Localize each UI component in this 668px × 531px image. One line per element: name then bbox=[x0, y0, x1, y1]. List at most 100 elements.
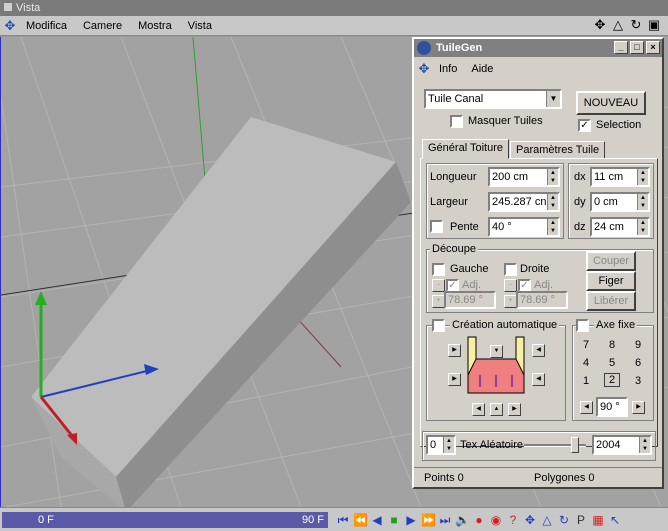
axe-cell-2[interactable]: 2 bbox=[604, 373, 620, 387]
spin-arrows-icon[interactable]: ▲ ▼ bbox=[637, 194, 648, 210]
liberer-button[interactable]: Libérer bbox=[586, 291, 636, 311]
dz-input[interactable]: 24 cm ▲ ▼ bbox=[590, 217, 650, 237]
gauche-angle-input[interactable]: 78.69 ° bbox=[444, 291, 496, 309]
axe-cell-5[interactable]: 5 bbox=[604, 357, 620, 369]
minimize-icon[interactable]: _ bbox=[614, 41, 628, 54]
tab-parametres-tuile[interactable]: Paramètres Tuile bbox=[510, 141, 606, 159]
largeur-input[interactable]: 245.287 cn ▲ ▼ bbox=[488, 192, 560, 212]
next-key-icon[interactable]: ⏩ bbox=[421, 512, 436, 528]
menu-modifica[interactable]: Modifica bbox=[18, 16, 75, 36]
menu-camere[interactable]: Camere bbox=[75, 16, 130, 36]
menu-mostra[interactable]: Mostra bbox=[130, 16, 180, 36]
largeur-value: 245.287 cn bbox=[492, 196, 547, 208]
auto-right-bottom-button[interactable]: ◀ bbox=[532, 373, 545, 386]
tex-seed-input[interactable]: 0 ▲ ▼ bbox=[426, 435, 456, 455]
pointer-icon[interactable]: ↖ bbox=[608, 512, 622, 528]
pla-icon[interactable]: ▦ bbox=[591, 512, 605, 528]
close-icon[interactable]: × bbox=[646, 41, 660, 54]
roof-preview-icon bbox=[467, 336, 525, 394]
pente-checkbox[interactable] bbox=[430, 220, 443, 233]
scale-tool-icon[interactable]: △ bbox=[540, 512, 554, 528]
axe-cell-4[interactable]: 4 bbox=[578, 357, 594, 369]
prev-key-icon[interactable]: ⏪ bbox=[353, 512, 368, 528]
dz-label: dz bbox=[574, 221, 586, 233]
dialog-titlebar[interactable]: TuileGen _ □ × bbox=[414, 39, 662, 57]
triangle-icon[interactable]: △ bbox=[610, 17, 626, 33]
longueur-input[interactable]: 200 cm ▲ ▼ bbox=[488, 167, 560, 187]
tab-general-toiture[interactable]: Général Toiture bbox=[422, 139, 510, 159]
axe-cell-1[interactable]: 1 bbox=[578, 375, 594, 387]
spin-arrows-icon[interactable]: ▲ ▼ bbox=[639, 437, 650, 453]
dialog-menubar: ✥ Info Aide bbox=[414, 59, 500, 79]
dx-input[interactable]: 11 cm ▲ ▼ bbox=[590, 167, 650, 187]
axe-cell-3[interactable]: 3 bbox=[630, 375, 646, 387]
nouveau-button[interactable]: NOUVEAU bbox=[576, 91, 646, 115]
param-icon[interactable]: P bbox=[574, 512, 588, 528]
axe-cell-8[interactable]: 8 bbox=[604, 339, 620, 351]
dialog-status-bar: Points 0 Polygones 0 bbox=[414, 467, 662, 487]
pente-input[interactable]: 40 ° ▲ ▼ bbox=[488, 217, 560, 237]
axe-fixe-label: Axe fixe bbox=[594, 319, 638, 331]
auto-left-top-button[interactable]: ▶ bbox=[448, 344, 461, 357]
spin-arrows-icon[interactable]: ▲ ▼ bbox=[637, 219, 648, 235]
selection-checkbox[interactable]: ✓ bbox=[578, 119, 591, 132]
axe-cell-6[interactable]: 6 bbox=[630, 357, 646, 369]
spin-arrows-icon[interactable]: ▲ ▼ bbox=[547, 169, 558, 185]
figer-button[interactable]: Figer bbox=[586, 271, 636, 291]
axe-angle-value: 90 ° bbox=[600, 401, 620, 413]
tex-seed-value: 0 bbox=[430, 439, 437, 451]
axe-fixe-checkbox[interactable] bbox=[576, 319, 589, 332]
droite-adj-label: Adj. bbox=[534, 279, 553, 291]
auto-left-bottom-button[interactable]: ▶ bbox=[448, 373, 461, 386]
move-icon[interactable]: ✥ bbox=[592, 17, 608, 33]
sound-icon[interactable]: 🔈 bbox=[455, 512, 470, 528]
axe-angle-input[interactable]: 90 ° bbox=[596, 397, 628, 417]
tex-value-input[interactable]: 2004 ▲ ▼ bbox=[592, 435, 652, 455]
dialog-menu-icon[interactable]: ✥ bbox=[416, 61, 432, 77]
droite-checkbox[interactable] bbox=[504, 263, 517, 276]
creation-auto-label: Création automatique bbox=[450, 319, 560, 331]
status-points: Points 0 bbox=[424, 472, 464, 484]
viewport-menu-icon[interactable]: ✥ bbox=[2, 18, 18, 34]
axe-cell-9[interactable]: 9 bbox=[630, 339, 646, 351]
axe-angle-right-button[interactable]: ▶ bbox=[632, 401, 645, 414]
maximize-icon[interactable]: □ bbox=[630, 41, 644, 54]
go-end-icon[interactable]: ⏭ bbox=[438, 512, 452, 528]
gauche-checkbox[interactable] bbox=[432, 263, 445, 276]
move-tool-icon[interactable]: ✥ bbox=[523, 512, 537, 528]
spin-arrows-icon[interactable]: ▲ ▼ bbox=[443, 437, 454, 453]
tile-type-select[interactable]: Tuile Canal ▼ bbox=[424, 89, 562, 109]
dy-input[interactable]: 0 cm ▲ ▼ bbox=[590, 192, 650, 212]
creation-auto-checkbox[interactable] bbox=[432, 319, 445, 332]
droite-angle-input[interactable]: 78.69 ° bbox=[516, 291, 568, 309]
menu-aide[interactable]: Aide bbox=[464, 59, 500, 79]
auto-bottom-right-button[interactable]: ▶ bbox=[508, 403, 521, 416]
record-icon[interactable]: ● bbox=[472, 512, 486, 528]
auto-bottom-left-button[interactable]: ◀ bbox=[472, 403, 485, 416]
play-back-icon[interactable]: ◀ bbox=[370, 512, 384, 528]
help-icon[interactable]: ? bbox=[506, 512, 520, 528]
tex-slider-thumb[interactable] bbox=[570, 437, 579, 453]
tex-value: 2004 bbox=[596, 439, 621, 451]
chevron-down-icon[interactable]: ▼ bbox=[546, 91, 560, 107]
auto-right-top-button[interactable]: ◀ bbox=[532, 344, 545, 357]
autokey-icon[interactable]: ◉ bbox=[489, 512, 503, 528]
frame-slider[interactable]: 0 F 90 F bbox=[2, 512, 328, 528]
axe-angle-left-button[interactable]: ◀ bbox=[580, 401, 593, 414]
frame-icon[interactable]: ▣ bbox=[646, 17, 662, 33]
menu-info[interactable]: Info bbox=[432, 59, 464, 79]
auto-bottom-center-button[interactable]: ▲ bbox=[490, 403, 503, 416]
stop-icon[interactable]: ■ bbox=[387, 512, 401, 528]
window-titlebar: Vista bbox=[0, 0, 668, 16]
couper-button[interactable]: Couper bbox=[586, 251, 636, 271]
spin-arrows-icon[interactable]: ▲ ▼ bbox=[547, 219, 558, 235]
rotate-tool-icon[interactable]: ↻ bbox=[557, 512, 571, 528]
spin-arrows-icon[interactable]: ▲ ▼ bbox=[547, 194, 558, 210]
menu-vista[interactable]: Vista bbox=[180, 16, 220, 36]
axe-cell-7[interactable]: 7 bbox=[578, 339, 594, 351]
go-start-icon[interactable]: ⏮ bbox=[336, 512, 350, 528]
rotate-icon[interactable]: ↻ bbox=[628, 17, 644, 33]
play-icon[interactable]: ▶ bbox=[404, 512, 418, 528]
masquer-tuiles-checkbox[interactable] bbox=[450, 115, 463, 128]
spin-arrows-icon[interactable]: ▲ ▼ bbox=[637, 169, 648, 185]
